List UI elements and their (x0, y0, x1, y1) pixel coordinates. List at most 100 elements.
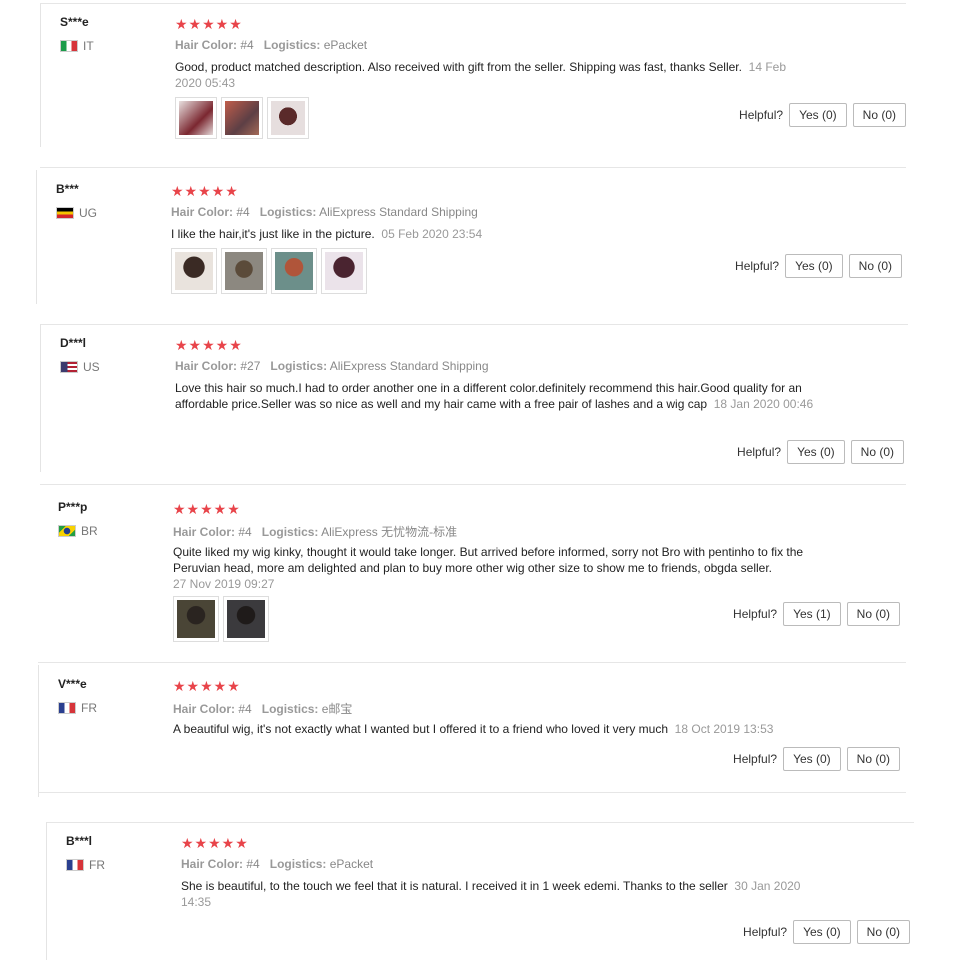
hair-color-value: #27 (240, 359, 261, 373)
divider (46, 822, 914, 823)
review-photos (175, 97, 309, 139)
divider (38, 662, 906, 663)
yes-button[interactable]: Yes (0) (787, 440, 845, 464)
review-photo[interactable] (221, 97, 263, 139)
reviewer-name: S***e (60, 15, 89, 29)
reviewer-country: FR (66, 858, 105, 872)
uganda-flag-icon (56, 207, 74, 219)
reviewer-country: IT (60, 39, 94, 53)
yes-button[interactable]: Yes (0) (789, 103, 847, 127)
review-photo[interactable] (271, 248, 317, 294)
reviewer-country: BR (58, 524, 98, 538)
hair-color-value: #4 (246, 857, 260, 871)
brazil-flag-icon (58, 525, 76, 537)
photo-image (175, 252, 213, 290)
logistics-value: AliExpress 无忧物流-标准 (321, 525, 458, 539)
logistics-value: ePacket (323, 38, 368, 52)
hair-color-label: Hair Color: (173, 702, 236, 716)
country-code: FR (89, 858, 105, 872)
review-photos (171, 248, 367, 294)
review-card: S***e IT ★★★★★ Hair Color: #4 Logistics:… (40, 3, 906, 168)
star-rating: ★★★★★ (171, 183, 239, 199)
yes-button[interactable]: Yes (0) (785, 254, 843, 278)
reviewer-country: UG (56, 206, 97, 220)
no-button[interactable]: No (0) (850, 440, 904, 464)
star-rating: ★★★★★ (175, 16, 243, 32)
helpful-section: Helpful? Yes (0) No (0) (733, 747, 900, 771)
yes-button[interactable]: Yes (0) (783, 747, 841, 771)
hair-color-value: #4 (236, 205, 250, 219)
photo-image (271, 101, 305, 135)
usa-flag-icon (60, 361, 78, 373)
hair-color-label: Hair Color: (171, 205, 234, 219)
no-button[interactable]: No (0) (852, 103, 906, 127)
review-body: Good, product matched description. Also … (175, 60, 742, 74)
review-photo[interactable] (267, 97, 309, 139)
france-flag-icon (66, 859, 84, 871)
hair-color-label: Hair Color: (181, 857, 244, 871)
review-photo[interactable] (175, 97, 217, 139)
review-photo[interactable] (173, 596, 219, 642)
review-time: 05 Feb 2020 23:54 (381, 227, 483, 241)
reviewer-country: US (60, 360, 100, 374)
no-button[interactable]: No (0) (846, 602, 900, 626)
review-photos (173, 596, 269, 642)
review-text: Good, product matched description. Also … (175, 59, 815, 91)
country-code: US (83, 360, 100, 374)
review-card: P***p BR ★★★★★ Hair Color: #4 Logistics:… (38, 488, 906, 663)
logistics-label: Logistics: (263, 38, 321, 52)
review-photo[interactable] (221, 248, 267, 294)
review-meta: Hair Color: #27 Logistics: AliExpress St… (175, 359, 489, 373)
logistics-label: Logistics: (261, 702, 319, 716)
hair-color-value: #4 (238, 525, 252, 539)
no-button[interactable]: No (0) (848, 254, 902, 278)
reviewer-name: P***p (58, 500, 88, 514)
divider (36, 170, 37, 304)
review-photo[interactable] (223, 596, 269, 642)
hair-color-value: #4 (240, 38, 254, 52)
country-code: BR (81, 524, 98, 538)
no-button[interactable]: No (0) (856, 920, 910, 944)
hair-color-label: Hair Color: (175, 359, 238, 373)
yes-button[interactable]: Yes (1) (783, 602, 841, 626)
helpful-label: Helpful? (735, 259, 780, 273)
divider (40, 324, 41, 472)
helpful-section: Helpful? Yes (0) No (0) (739, 103, 906, 127)
reviewer-name: V***e (58, 677, 87, 691)
review-photo[interactable] (171, 248, 217, 294)
helpful-section: Helpful? Yes (1) No (0) (733, 602, 900, 626)
hair-color-value: #4 (238, 702, 252, 716)
hair-color-label: Hair Color: (175, 38, 238, 52)
logistics-label: Logistics: (269, 857, 327, 871)
helpful-section: Helpful? Yes (0) No (0) (737, 440, 904, 464)
review-time: 18 Jan 2020 00:46 (713, 397, 814, 411)
country-code: UG (79, 206, 97, 220)
review-text: Love this hair so much.I had to order an… (175, 380, 815, 412)
photo-image (179, 101, 213, 135)
review-card: B*** UG ★★★★★ Hair Color: #4 Logistics: … (36, 170, 902, 320)
review-meta: Hair Color: #4 Logistics: ePacket (175, 38, 367, 52)
country-code: IT (83, 39, 94, 53)
review-meta: Hair Color: #4 Logistics: e邮宝 (173, 700, 352, 717)
star-rating: ★★★★★ (173, 678, 241, 694)
divider (40, 167, 906, 168)
review-time: 18 Oct 2019 13:53 (674, 722, 774, 736)
review-body: A beautiful wig, it's not exactly what I… (173, 722, 668, 736)
logistics-value: ePacket (329, 857, 374, 871)
review-card: V***e FR ★★★★★ Hair Color: #4 Logistics:… (38, 665, 906, 797)
yes-button[interactable]: Yes (0) (793, 920, 851, 944)
review-body: Quite liked my wig kinky, thought it wou… (173, 545, 804, 575)
review-photo[interactable] (321, 248, 367, 294)
photo-image (225, 101, 259, 135)
photo-image (225, 252, 263, 290)
divider (46, 822, 47, 960)
no-button[interactable]: No (0) (846, 747, 900, 771)
divider (40, 484, 906, 485)
logistics-value: AliExpress Standard Shipping (319, 205, 478, 219)
review-meta: Hair Color: #4 Logistics: ePacket (181, 857, 373, 871)
divider (38, 792, 906, 793)
review-time: 27 Nov 2019 09:27 (173, 577, 275, 591)
divider (40, 324, 908, 325)
helpful-label: Helpful? (733, 607, 778, 621)
helpful-label: Helpful? (743, 925, 788, 939)
